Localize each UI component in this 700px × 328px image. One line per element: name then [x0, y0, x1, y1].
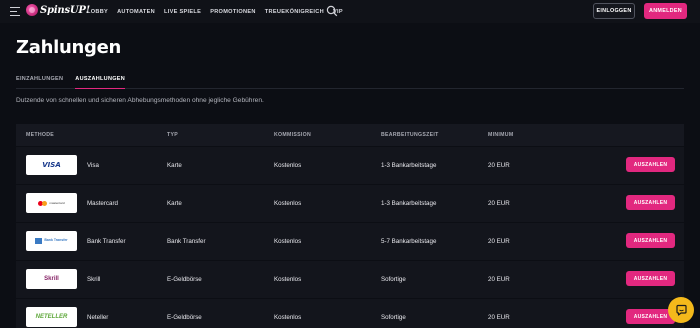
nav-live-spiele[interactable]: LIVE SPIELE: [164, 9, 201, 15]
method-processing-time: 5-7 Bankarbeitstage: [381, 238, 437, 245]
tab-auszahlungen[interactable]: AUSZAHLUNGEN: [75, 73, 126, 89]
menu-icon[interactable]: [10, 7, 20, 16]
withdraw-button[interactable]: AUSZAHLEN: [626, 271, 675, 286]
method-commission: Kostenlos: [274, 162, 302, 169]
withdraw-button[interactable]: AUSZAHLEN: [626, 195, 675, 210]
table-row: VISA Visa Karte Kostenlos 1-3 Bankarbeit…: [16, 146, 684, 183]
method-commission: Kostenlos: [274, 238, 302, 245]
column-header-typ: TYP: [167, 132, 178, 138]
method-name: Skrill: [87, 276, 101, 283]
nav-lobby[interactable]: LOBBY: [87, 9, 108, 15]
method-commission: Kostenlos: [274, 200, 302, 207]
bank-transfer-logo-text: Bank Transfer: [44, 238, 68, 243]
neteller-logo: NETELLER: [26, 307, 77, 327]
method-name: Bank Transfer: [87, 238, 126, 245]
column-header-bearbeitungszeit: BEARBEITUNGSZEIT: [381, 132, 439, 138]
page-subtitle: Dutzende von schnellen und sicheren Abhe…: [16, 97, 264, 104]
table-row: NETELLER Neteller E-Geldbörse Kostenlos …: [16, 298, 684, 328]
method-name: Neteller: [87, 314, 109, 321]
chat-icon: [675, 304, 687, 316]
method-type: Karte: [167, 162, 182, 169]
bank-transfer-logo: Bank Transfer: [26, 231, 77, 251]
table-header: METHODE TYP KOMMISSION BEARBEITUNGSZEIT …: [16, 124, 684, 146]
method-type: Bank Transfer: [167, 238, 206, 245]
column-header-minimum: MINIMUM: [488, 132, 514, 138]
main-nav: LOBBY AUTOMATEN LIVE SPIELE PROMOTIONEN …: [87, 0, 343, 23]
method-processing-time: Sofortige: [381, 276, 406, 283]
chat-button[interactable]: [668, 297, 694, 323]
method-minimum: 20 EUR: [488, 314, 510, 321]
method-type: E-Geldbörse: [167, 276, 202, 283]
visa-logo: VISA: [26, 155, 77, 175]
nav-treuekoenigreich[interactable]: TREUEKÖNIGREICH: [265, 9, 324, 15]
method-processing-time: 1-3 Bankarbeitstage: [381, 162, 437, 169]
nav-automaten[interactable]: AUTOMATEN: [117, 9, 155, 15]
method-processing-time: Sofortige: [381, 314, 406, 321]
method-minimum: 20 EUR: [488, 276, 510, 283]
mastercard-orange-circle-icon: [42, 200, 48, 206]
method-name: Mastercard: [87, 200, 118, 207]
table-row: Bank Transfer Bank Transfer Bank Transfe…: [16, 222, 684, 259]
withdraw-button[interactable]: AUSZAHLEN: [626, 157, 675, 172]
withdraw-button[interactable]: AUSZAHLEN: [626, 233, 675, 248]
method-commission: Kostenlos: [274, 314, 302, 321]
table-row: mastercard Mastercard Karte Kostenlos 1-…: [16, 184, 684, 221]
method-type: E-Geldbörse: [167, 314, 202, 321]
payment-methods-table: METHODE TYP KOMMISSION BEARBEITUNGSZEIT …: [16, 124, 684, 328]
payment-tabs: EINZAHLUNGEN AUSZAHLUNGEN: [16, 73, 684, 89]
top-navigation-bar: SpinsUP! LOBBY AUTOMATEN LIVE SPIELE PRO…: [0, 0, 700, 23]
column-header-kommission: KOMMISSION: [274, 132, 312, 138]
skrill-logo: Skrill: [26, 269, 77, 289]
method-minimum: 20 EUR: [488, 238, 510, 245]
mastercard-logo-text: mastercard: [49, 201, 65, 205]
skrill-logo-text: Skrill: [44, 276, 59, 282]
method-processing-time: 1-3 Bankarbeitstage: [381, 200, 437, 207]
neteller-logo-text: NETELLER: [35, 314, 68, 320]
register-button[interactable]: ANMELDEN: [644, 3, 687, 19]
nav-promotionen[interactable]: PROMOTIONEN: [210, 9, 256, 15]
search-icon[interactable]: [326, 5, 338, 17]
method-minimum: 20 EUR: [488, 200, 510, 207]
visa-logo-text: VISA: [42, 161, 61, 169]
tab-einzahlungen[interactable]: EINZAHLUNGEN: [16, 73, 63, 89]
method-commission: Kostenlos: [274, 276, 302, 283]
column-header-methode: METHODE: [26, 132, 55, 138]
bank-building-icon: [35, 238, 43, 244]
table-row: Skrill Skrill E-Geldbörse Kostenlos Sofo…: [16, 260, 684, 297]
method-name: Visa: [87, 162, 99, 169]
logo-text: SpinsUP!: [40, 4, 90, 16]
mastercard-logo: mastercard: [26, 193, 77, 213]
method-type: Karte: [167, 200, 182, 207]
page-title: Zahlungen: [16, 37, 122, 58]
method-minimum: 20 EUR: [488, 162, 510, 169]
login-button[interactable]: EINLOGGEN: [593, 3, 635, 19]
site-logo[interactable]: SpinsUP!: [26, 4, 90, 16]
logo-badge-icon: [26, 4, 38, 16]
